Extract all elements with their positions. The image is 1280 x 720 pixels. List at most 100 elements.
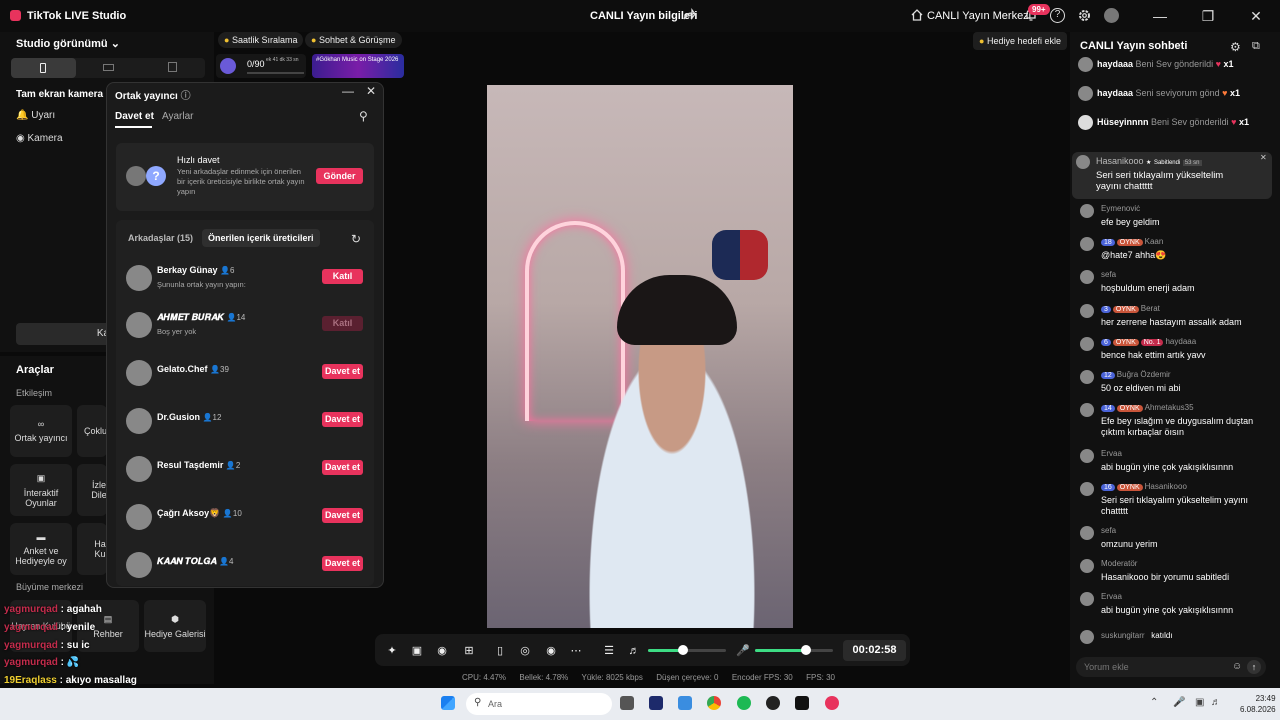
invite-button[interactable]: Davet et — [322, 508, 363, 523]
quick-invite-title: Hızlı davet — [177, 155, 220, 165]
chat-text: Seri seri tıklayalım yükseltelim yayını … — [1101, 495, 1249, 516]
poll-tool[interactable]: ▬ Anket ve Hediyeyle oy — [10, 523, 72, 575]
scene-label: Tam ekran kamera — [16, 89, 104, 100]
popout-icon[interactable]: ⧉ — [1252, 40, 1260, 53]
gift-icon: ♥ — [1231, 116, 1237, 127]
volume-slider[interactable] — [648, 645, 726, 655]
chrome-icon[interactable] — [707, 696, 721, 710]
growth-section-label: Büyüme merkezi — [16, 582, 84, 592]
tab-suggested-creators[interactable]: Önerilen içerik üreticileri — [202, 229, 320, 247]
minimize-modal-button[interactable]: — — [342, 84, 354, 98]
info-icon[interactable]: ⓘ — [181, 91, 191, 102]
landscape-layout-icon[interactable] — [103, 64, 114, 71]
send-button[interactable]: Gönder — [316, 168, 363, 184]
cohost-tool[interactable]: ∞ Ortak yayıncı — [10, 405, 72, 457]
tray-chevron-icon[interactable]: ⌃ — [1150, 697, 1158, 708]
pinned-comment[interactable]: Hasanikooo ★ Sabitlendi 53 sn ✕ Seri ser… — [1072, 152, 1272, 199]
promo-banner[interactable]: #Gökhan Music on Stage 2026 — [312, 54, 404, 78]
tab-settings[interactable]: Ayarlar — [162, 111, 194, 122]
system-clock[interactable]: 23:49 6.08.2026 — [1240, 693, 1276, 715]
gift-icon: ♥ — [1222, 87, 1228, 98]
avatar — [1080, 630, 1094, 644]
portrait-layout-tab[interactable] — [11, 58, 76, 78]
after-effects-icon[interactable] — [649, 696, 663, 710]
screen-edit-icon[interactable]: ▣ — [411, 645, 423, 657]
encoder-fps-stat: Encoder FPS: 30 — [731, 673, 793, 682]
close-window-button[interactable]: ✕ — [1246, 6, 1266, 26]
share-icon[interactable] — [682, 8, 696, 22]
speaker-icon[interactable]: ♬ — [628, 645, 640, 657]
spotify-icon[interactable] — [737, 696, 751, 710]
invite-button[interactable]: Davet et — [322, 412, 363, 427]
goal-progress[interactable]: 0/90 ek 41 dk 33 sn — [216, 54, 306, 78]
tab-invite[interactable]: Davet et — [115, 111, 154, 122]
live-center-link[interactable]: CANLI Yayın Merkezi — [927, 10, 1031, 22]
capture-icon[interactable]: ◉ — [545, 645, 557, 657]
hourly-ranking-pill[interactable]: ● Saatlik Sıralama — [218, 32, 304, 48]
network-icon[interactable]: ▣ — [1195, 697, 1204, 708]
avatar — [1076, 155, 1090, 169]
search-icon[interactable]: ⚲ — [359, 109, 368, 123]
tiktok-live-studio-icon[interactable] — [825, 696, 839, 710]
creator-name: Resul Taşdemir 👤2 — [157, 460, 241, 470]
microphone-icon[interactable]: 🎤 — [736, 645, 750, 657]
invite-button[interactable]: Davet et — [322, 460, 363, 475]
maximize-button[interactable]: ❐ — [1198, 6, 1218, 26]
volume-icon[interactable]: ♬ — [1211, 697, 1221, 708]
gear-icon[interactable] — [1077, 8, 1092, 23]
fullscreen-camera-scene[interactable]: Tam ekran kamera ⌄ — [16, 89, 114, 100]
chat-user: sefa — [1101, 526, 1117, 535]
task-view-icon[interactable] — [620, 696, 634, 710]
add-gift-goal-button[interactable]: ● Hediye hedefi ekle — [973, 32, 1067, 50]
invite-button[interactable]: Davet et — [322, 364, 363, 379]
watch-tool[interactable]: İzle Dile — [77, 464, 107, 516]
microphone-icon[interactable]: 🎤 — [1173, 697, 1185, 708]
join-button[interactable]: Katıl — [322, 269, 363, 284]
overlay-chat-line: yagmurqad : agahah — [4, 604, 102, 615]
book-icon: ▤ — [103, 613, 113, 624]
profile-avatar[interactable] — [1104, 8, 1119, 23]
creator-count: 14 — [236, 313, 246, 322]
sliders-icon[interactable]: ☰ — [603, 645, 615, 657]
help-icon[interactable]: ? — [1050, 8, 1065, 23]
add-media-icon[interactable]: ⊞ — [463, 645, 475, 657]
close-modal-button[interactable]: ✕ — [366, 84, 376, 98]
tab-friends[interactable]: Arkadaşlar (15) — [128, 233, 193, 243]
invite-button[interactable]: Davet et — [322, 556, 363, 571]
avatar — [1080, 204, 1094, 218]
close-icon[interactable]: ✕ — [1260, 153, 1267, 162]
record-icon[interactable]: ◎ — [519, 645, 531, 657]
multi-tool[interactable]: Çoklu — [77, 405, 107, 457]
split-layout-icon[interactable] — [168, 62, 177, 72]
source-alert[interactable]: 🔔 Uyarı — [16, 110, 55, 121]
ai-icon[interactable]: ◉ — [436, 645, 448, 657]
gift-gallery-tool[interactable]: ⬢ Hediye Galerisi — [144, 600, 206, 652]
refresh-icon[interactable]: ↻ — [351, 232, 361, 246]
steam-icon[interactable] — [766, 696, 780, 710]
home-icon[interactable] — [910, 8, 924, 22]
phone-icon[interactable]: ▯ — [494, 645, 506, 657]
interactive-games-tool[interactable]: ▣ İnteraktif Oyunlar — [10, 464, 72, 516]
taskbar-search[interactable]: Ara — [466, 693, 612, 715]
gear-icon[interactable]: ⚙ — [1230, 40, 1241, 54]
studio-view-selector[interactable]: Studio görünümü ⌄ — [16, 37, 120, 50]
magic-effects-icon[interactable]: ✦ — [386, 645, 398, 657]
send-icon[interactable]: ↑ — [1247, 660, 1261, 674]
club-tool[interactable]: Ha Ku — [77, 523, 107, 575]
join-message: suskungitarr katıldı — [1101, 631, 1173, 640]
emoji-icon[interactable]: ☺ — [1232, 661, 1242, 672]
minimize-button[interactable]: — — [1150, 6, 1170, 26]
tiktok-icon[interactable] — [795, 696, 809, 710]
source-camera[interactable]: ◉ Kamera — [16, 133, 63, 144]
outlook-icon[interactable] — [678, 696, 692, 710]
windows-start-icon[interactable] — [441, 696, 455, 710]
person-icon: 👤 — [220, 266, 231, 275]
mic-slider[interactable] — [755, 645, 833, 655]
join-button[interactable]: Katıl — [322, 316, 363, 331]
mic-knob[interactable] — [800, 645, 811, 655]
gift-message: Hüseyinnnn Beni Sev gönderildi ♥ x1 — [1078, 115, 1249, 130]
quick-invite-description: Yeni arkadaşlar edinmek için önerilen bi… — [177, 167, 305, 196]
avatar — [126, 312, 152, 338]
more-icon[interactable]: ⋯ — [570, 645, 582, 657]
chat-match-pill[interactable]: ● Sohbet & Görüşme — [305, 32, 402, 48]
